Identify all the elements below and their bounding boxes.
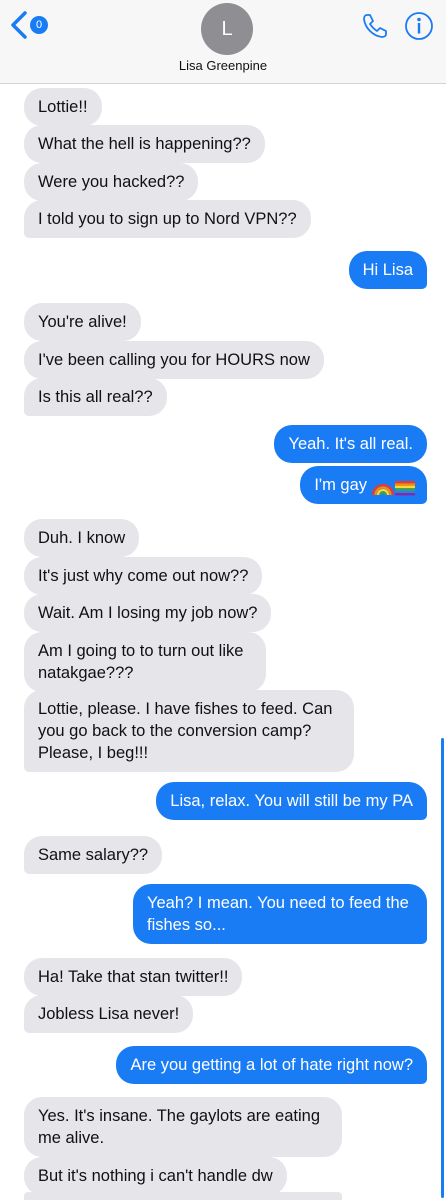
partially-visible-message <box>24 1192 342 1200</box>
info-icon[interactable] <box>404 11 434 41</box>
rainbow-emoji <box>371 481 415 496</box>
message-received[interactable]: It's just why come out now?? <box>24 557 263 595</box>
message-received[interactable]: Lottie!! <box>24 88 102 126</box>
message-sent[interactable]: Lisa, relax. You will still be my PA <box>156 782 427 820</box>
message-text: I'm gay <box>314 476 367 494</box>
avatar[interactable]: L <box>201 3 253 55</box>
message-received[interactable]: Ha! Take that stan twitter!! <box>24 958 243 996</box>
message-received[interactable]: I told you to sign up to Nord VPN?? <box>24 200 311 238</box>
message-sent[interactable]: I'm gay <box>300 466 427 504</box>
scrollbar[interactable] <box>441 738 444 1198</box>
message-received[interactable]: I've been calling you for HOURS now <box>24 341 324 379</box>
message-sent[interactable]: Yeah. It's all real. <box>274 425 427 463</box>
message-received[interactable]: Yes. It's insane. The gaylots are eating… <box>24 1097 342 1157</box>
message-received[interactable]: Same salary?? <box>24 836 163 874</box>
conversation-header: 0 L Lisa Greenpine <box>0 0 446 84</box>
message-received[interactable]: But it's nothing i can't handle dw <box>24 1157 287 1195</box>
contact-name[interactable]: Lisa Greenpine <box>0 58 446 73</box>
message-received[interactable]: Is this all real?? <box>24 378 167 416</box>
rainbow-flag-emoji <box>395 481 415 496</box>
message-sent[interactable]: Yeah? I mean. You need to feed the fishe… <box>133 884 427 944</box>
message-received[interactable]: Wait. Am I losing my job now? <box>24 594 272 632</box>
message-received[interactable]: What the hell is happening?? <box>24 125 265 163</box>
phone-icon[interactable] <box>361 12 389 40</box>
message-received[interactable]: Duh. I know <box>24 519 140 557</box>
chevron-left-icon <box>11 11 27 39</box>
back-button[interactable]: 0 <box>6 10 48 40</box>
message-received[interactable]: Jobless Lisa never! <box>24 995 194 1033</box>
message-sent[interactable]: Hi Lisa <box>348 251 427 289</box>
unread-count-badge: 0 <box>30 16 48 34</box>
message-received[interactable]: You're alive! <box>24 303 141 341</box>
message-received[interactable]: Lottie, please. I have fishes to feed. C… <box>24 690 354 772</box>
message-received[interactable]: Am I going to to turn out like natakgae?… <box>24 632 266 692</box>
message-received[interactable]: Were you hacked?? <box>24 163 199 201</box>
message-sent[interactable]: Are you getting a lot of hate right now? <box>116 1046 427 1084</box>
